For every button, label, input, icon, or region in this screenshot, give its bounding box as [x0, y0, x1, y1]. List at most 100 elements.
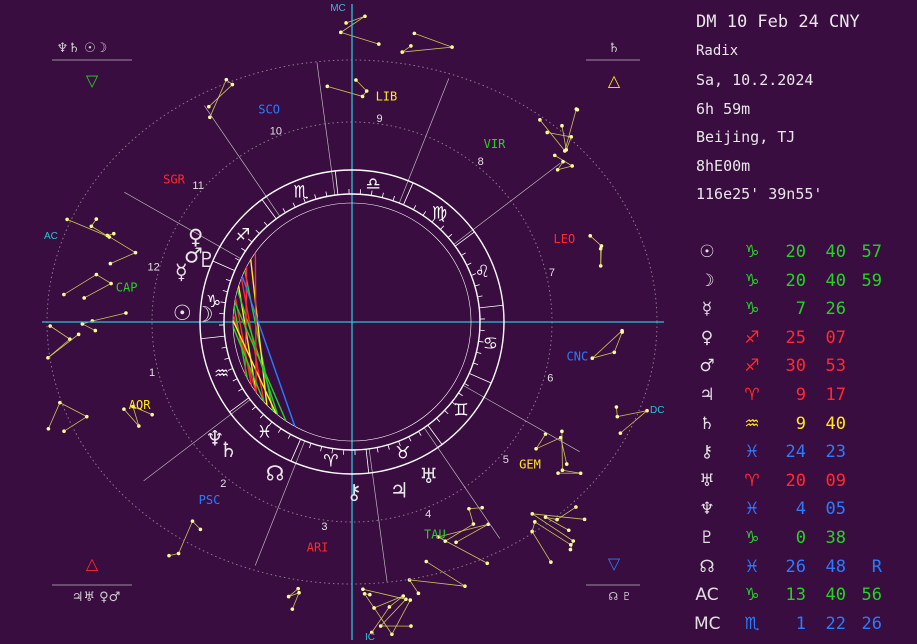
star: [46, 426, 51, 431]
retrograde-flag: R: [871, 556, 882, 577]
house-number: 7: [549, 267, 555, 279]
star: [568, 547, 573, 552]
degree-tick: [392, 195, 395, 201]
constellation-line: [327, 85, 363, 97]
zodiac-sign-glyph: ♑: [744, 242, 760, 262]
house-number: 9: [376, 113, 382, 125]
degree-tick: [334, 170, 339, 195]
sign-label: SGR: [163, 173, 185, 187]
position-row: ☽ ♑ 20 40 59: [694, 271, 917, 299]
star: [401, 594, 406, 598]
star: [561, 159, 565, 164]
degree-tick: [440, 225, 445, 230]
degree-tick: [473, 362, 479, 365]
star: [76, 332, 81, 337]
house-number: 5: [503, 454, 509, 466]
house-number: 2: [220, 478, 226, 490]
degree-tick: [476, 351, 482, 354]
sign-label: TAU: [424, 527, 446, 541]
degree-tick: [287, 434, 291, 439]
star: [614, 405, 619, 409]
zodiac-sign-glyph: ♑: [744, 585, 760, 606]
degree-value: 4: [795, 499, 806, 520]
degree-value: 9: [795, 385, 806, 405]
zodiac-sign-glyph: ♓: [744, 499, 760, 520]
degree-tick: [413, 205, 417, 210]
zodiac-sign-glyph: ♈: [744, 470, 760, 491]
position-row: MC ♏ 1 22 26: [694, 614, 917, 642]
position-row: AC ♑ 13 40 56: [694, 585, 917, 613]
star: [620, 330, 624, 334]
house-cusp: [453, 162, 561, 245]
zodiac-sign-glyph: ♈: [744, 385, 760, 405]
degree-tick: [235, 257, 240, 261]
minute-value: 40: [825, 585, 846, 606]
house-cusp: [254, 440, 306, 566]
aspect-line: [234, 301, 287, 422]
planet-glyph: ♃: [699, 385, 715, 405]
position-row: ☊ ♓ 26 48 R: [694, 557, 917, 585]
minute-value: 40: [825, 242, 846, 262]
planet-marker: ☉: [173, 301, 192, 325]
degree-tick: [387, 444, 390, 450]
planet-glyph: ♆: [699, 499, 715, 520]
degree-tick: [479, 304, 504, 309]
house-number: 3: [321, 521, 327, 533]
star: [560, 429, 564, 434]
second-value: 59: [861, 270, 882, 291]
constellation-line: [48, 402, 61, 429]
degree-tick: [461, 252, 466, 256]
degree-tick: [221, 346, 227, 349]
chart-date: Sa, 10.2.2024: [696, 71, 814, 89]
zodiac-sign-glyph: ♓: [744, 556, 760, 577]
planet-marker: ♆: [206, 427, 225, 451]
degree-tick: [418, 431, 422, 436]
constellation-line: [107, 235, 136, 253]
planet-glyph: ♇: [699, 528, 715, 548]
zodiac-sign-glyph: ♑: [744, 299, 760, 320]
constellation-line: [96, 274, 112, 284]
sign-label: LEO: [554, 232, 576, 246]
zodiac-glyph: ♍: [432, 204, 447, 224]
axis-label: DC: [650, 405, 664, 416]
star-field: [46, 14, 649, 637]
degree-tick: [454, 231, 475, 247]
constellation-line: [468, 508, 474, 525]
star: [534, 447, 538, 451]
house-cusp: [463, 385, 580, 453]
zodiac-glyph: ♎: [366, 175, 381, 195]
sign-label: CAP: [116, 281, 138, 295]
position-row: ♂ ♐ 30 53: [694, 356, 917, 384]
constellation-line: [208, 84, 233, 107]
zodiac-sign-glyph: ♐: [744, 327, 760, 348]
corner-planets-bottom-left: ♃♅ ♀♂: [72, 590, 121, 605]
sign-label: VIR: [484, 137, 506, 151]
planet-marker: ☽: [195, 302, 214, 326]
degree-tick: [251, 406, 257, 411]
position-row: ♅ ♈ 20 09: [694, 471, 917, 499]
house-number: 1: [149, 367, 155, 379]
constellation-line: [66, 219, 110, 238]
minute-value: 38: [825, 528, 846, 548]
star: [122, 407, 126, 411]
second-value: 56: [861, 585, 882, 606]
zodiac-glyph: ♉: [395, 443, 410, 463]
star: [377, 42, 381, 46]
chart-coords: 116e25' 39n55': [696, 185, 823, 203]
planet-marker: ♃: [390, 479, 409, 503]
aspect-line: [254, 252, 257, 393]
position-row: ⚷ ♓ 24 23: [694, 442, 917, 470]
sign-label: CNC: [567, 349, 589, 363]
minute-value: 09: [825, 470, 846, 491]
axis-label: AC: [44, 231, 58, 242]
minute-value: 23: [825, 442, 846, 463]
star: [588, 234, 593, 238]
house-number: 8: [478, 156, 484, 168]
degree-value: 20: [785, 470, 806, 491]
degree-tick: [200, 335, 225, 340]
degree-tick: [222, 290, 228, 293]
house-cusp: [398, 78, 450, 204]
corner-planets-top-right: ♄: [608, 41, 620, 56]
degree-tick: [381, 192, 384, 198]
planet-glyph: ♂: [699, 356, 715, 377]
